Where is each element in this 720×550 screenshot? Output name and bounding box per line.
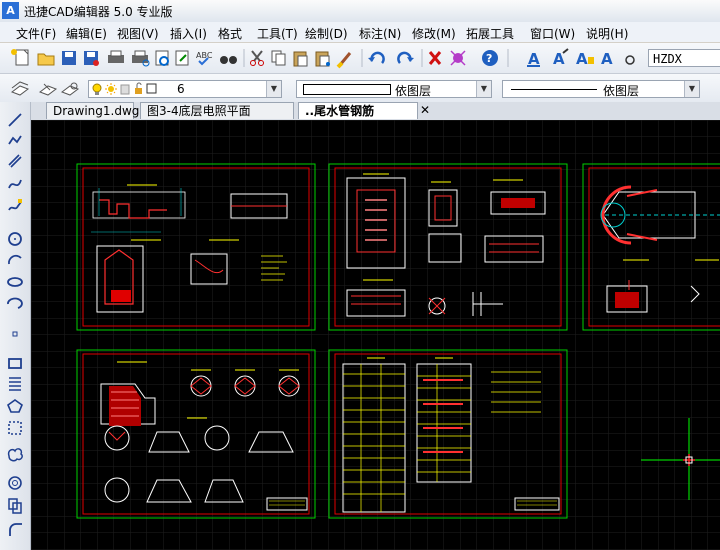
standard-toolbar: ABC ? A A A A — [0, 43, 720, 74]
tab-drawing1[interactable]: Drawing1.dwg — [46, 102, 139, 119]
linetype-sample — [511, 89, 597, 90]
close-icon[interactable]: ✕ — [420, 102, 430, 118]
layer-status-icons — [92, 82, 157, 95]
menu-dimension[interactable]: 标注(N) — [359, 25, 401, 42]
linetype-label: 依图层 — [603, 84, 640, 98]
text-edit-icon[interactable]: A — [553, 48, 569, 68]
standard-toolbar-icons: ABC ? A A A A — [11, 48, 635, 69]
app-logo-icon: A — [2, 2, 19, 19]
font-name-field[interactable]: HZDX — [648, 49, 720, 67]
copy-icon[interactable] — [271, 50, 286, 66]
menu-file[interactable]: 文件(F) — [16, 25, 56, 42]
chevron-down-icon[interactable]: ▼ — [684, 81, 699, 97]
print-preview-icon[interactable] — [132, 50, 150, 67]
lock-open-icon[interactable] — [135, 82, 142, 94]
chevron-down-icon[interactable]: ▼ — [266, 81, 281, 97]
ellipse-tool-icon[interactable] — [7, 277, 23, 287]
arc-tool-icon[interactable] — [8, 254, 22, 265]
rectangle-tool-icon[interactable] — [8, 358, 22, 369]
cad-drawing — [31, 120, 720, 550]
fillet-tool-icon[interactable] — [9, 523, 22, 536]
save-as-icon[interactable] — [84, 51, 99, 66]
open-file-icon[interactable] — [37, 53, 55, 66]
ellipse-arc-tool-icon[interactable] — [7, 297, 23, 309]
spellcheck-icon[interactable]: ABC — [196, 51, 213, 66]
point-tool-icon[interactable] — [12, 331, 18, 337]
tab-draft-tube-rebar[interactable]: ..尾水管钢筋图.dwg — [298, 102, 418, 134]
revision-cloud-icon[interactable] — [7, 448, 23, 462]
color-select[interactable]: 依图层 ▼ — [296, 80, 492, 98]
menu-tools[interactable]: 工具(T) — [257, 25, 298, 42]
svg-text:A: A — [601, 50, 613, 68]
donut-tool-icon[interactable] — [8, 476, 22, 490]
color-label: 依图层 — [395, 84, 432, 98]
layer-select[interactable]: 6 ▼ — [88, 80, 282, 98]
linetype-select[interactable]: 依图层 ▼ — [502, 80, 700, 98]
multiline-tool-icon[interactable] — [8, 154, 22, 168]
zoom-object-icon[interactable] — [450, 50, 466, 66]
line-tool-icon[interactable] — [8, 113, 22, 127]
menu-insert[interactable]: 插入(I) — [170, 25, 207, 42]
hatch-tool-icon[interactable] — [9, 377, 21, 391]
undo-icon[interactable] — [368, 51, 385, 64]
polyline-tool-icon[interactable] — [8, 135, 22, 145]
paste-special-icon[interactable] — [315, 51, 330, 67]
menu-edit[interactable]: 编辑(E) — [66, 25, 107, 42]
menu-modify[interactable]: 修改(M) — [412, 25, 456, 42]
text-format-icon[interactable]: A — [576, 50, 594, 68]
layer-manager-icon[interactable] — [10, 81, 30, 96]
redo-icon[interactable] — [397, 51, 414, 64]
binoculars-icon[interactable] — [220, 56, 237, 64]
find-icon[interactable] — [175, 50, 189, 66]
polygon-tool-icon[interactable] — [7, 399, 23, 413]
sun-freeze-icon[interactable] — [105, 83, 117, 95]
menu-bar: 文件(F) 编辑(E) 视图(V) 插入(I) 格式 工具(T) 绘制(D) 标… — [0, 22, 720, 42]
layer-previous-icon[interactable] — [60, 82, 80, 96]
menu-draw[interactable]: 绘制(D) — [305, 25, 348, 42]
svg-text:A: A — [576, 50, 588, 68]
title-bar: A 迅捷CAD编辑器 5.0 专业版 — [0, 0, 720, 23]
layer-state-icon[interactable] — [38, 83, 58, 96]
draw-toolbar — [0, 102, 31, 550]
draw-tool-icons — [7, 113, 23, 536]
region-tool-icon[interactable] — [8, 421, 22, 435]
text-style-icon[interactable]: A — [527, 50, 540, 68]
save-icon[interactable] — [62, 51, 76, 65]
window-title: 迅捷CAD编辑器 5.0 专业版 — [24, 5, 173, 19]
help-icon[interactable]: ? — [482, 50, 498, 66]
menu-help[interactable]: 说明(H) — [586, 25, 628, 42]
drawing-canvas[interactable] — [31, 120, 720, 550]
circle-tool-icon[interactable] — [8, 232, 22, 246]
print-icon[interactable] — [108, 50, 124, 63]
color-swatch — [303, 84, 391, 95]
layer-toolbar-icons — [10, 81, 80, 96]
bulb-on-icon[interactable] — [92, 83, 102, 95]
cut-icon[interactable] — [250, 50, 264, 66]
chevron-down-icon[interactable]: ▼ — [476, 81, 491, 97]
freehand-tool-icon[interactable] — [8, 199, 22, 211]
new-file-icon[interactable] — [11, 49, 29, 66]
svg-text:?: ? — [486, 52, 492, 65]
block-tool-icon[interactable] — [8, 498, 22, 514]
menu-view[interactable]: 视图(V) — [117, 25, 159, 42]
svg-text:ABC: ABC — [196, 51, 213, 60]
brush-icon[interactable] — [336, 52, 352, 69]
export-icon[interactable] — [155, 50, 169, 66]
text-find-icon[interactable]: A — [601, 50, 635, 68]
layer-flag-icon — [120, 84, 130, 95]
delete-icon[interactable] — [428, 51, 442, 65]
spline-tool-icon[interactable] — [8, 179, 22, 189]
layer-color-swatch — [146, 83, 157, 94]
menu-extend-tools[interactable]: 拓展工具 — [466, 25, 514, 42]
layer-name: 6 — [177, 82, 185, 96]
tab-floor-electrical-plan[interactable]: 图3-4底层电照平面图.dwg — [140, 102, 294, 134]
menu-window[interactable]: 窗口(W) — [530, 25, 575, 42]
menu-format[interactable]: 格式 — [218, 25, 242, 42]
paste-icon[interactable] — [293, 51, 308, 67]
